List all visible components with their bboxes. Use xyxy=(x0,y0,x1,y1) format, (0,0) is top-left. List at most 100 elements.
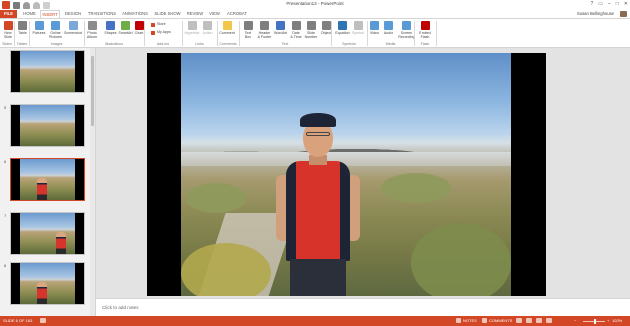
thumbnail-photo xyxy=(20,105,75,146)
online-pictures-button[interactable]: Online Pictures xyxy=(48,20,63,41)
slide-photo[interactable] xyxy=(181,53,511,296)
maximize-icon[interactable]: □ xyxy=(616,1,619,7)
reading-view-icon[interactable] xyxy=(536,318,542,323)
status-bar: SLIDE 6 OF 163 NOTES COMMENTS − + 102% xyxy=(0,316,630,326)
shapes-icon xyxy=(106,21,115,30)
ribbon-button-label: New Slide xyxy=(4,31,12,39)
avatar[interactable] xyxy=(620,11,627,17)
online-pictures-icon xyxy=(51,21,60,30)
notes-placeholder[interactable]: Click to add notes xyxy=(102,305,139,310)
comments-toggle[interactable]: COMMENTS xyxy=(489,316,512,326)
ribbon-button-label: Header & Footer xyxy=(257,31,272,39)
ribbon-separator xyxy=(239,21,240,46)
slide-sorter-icon[interactable] xyxy=(526,318,532,323)
hyperlink-button[interactable]: Hyperlink xyxy=(184,20,200,41)
slide-thumbnail[interactable]: 6 xyxy=(0,158,90,204)
slide-number-button[interactable]: Slide Number xyxy=(304,20,318,41)
header-footer-icon xyxy=(260,21,269,30)
new-slide-button[interactable]: New Slide xyxy=(2,20,14,41)
thumbnail-frame[interactable] xyxy=(10,212,85,255)
tab-animations[interactable]: ANIMATIONS xyxy=(120,10,150,18)
slide-editing-area[interactable] xyxy=(96,48,630,298)
slide-thumbnail[interactable] xyxy=(0,50,90,96)
header-footer-button[interactable]: Header & Footer xyxy=(257,20,272,41)
zoom-level[interactable]: 102% xyxy=(612,316,622,326)
store-button[interactable]: Store xyxy=(151,22,166,27)
slide-thumbnail-pane[interactable]: 8 7 6 5 xyxy=(0,48,96,316)
normal-view-icon[interactable] xyxy=(516,318,522,323)
slide-show-icon[interactable] xyxy=(546,318,552,323)
ribbon-separator xyxy=(182,21,183,46)
ribbon-insert: Store My Apps New Slide Table Pictures Onli… xyxy=(0,18,630,48)
chart-button[interactable]: Chart xyxy=(134,20,144,41)
my-apps-button[interactable]: My Apps xyxy=(151,30,171,35)
photo-brush xyxy=(381,173,451,203)
minimize-icon[interactable]: – xyxy=(608,1,611,7)
tab-review[interactable]: REVIEW xyxy=(185,10,205,18)
tab-home[interactable]: HOME xyxy=(21,10,38,18)
zoom-slider-knob[interactable] xyxy=(594,318,596,324)
ribbon-separator xyxy=(84,21,85,46)
wordart-icon xyxy=(276,21,285,30)
shapes-button[interactable]: Shapes xyxy=(104,20,117,41)
ribbon-button-label: Comment xyxy=(219,31,235,35)
tab-file[interactable]: FILE xyxy=(0,10,17,18)
date-time-button[interactable]: Date & Time xyxy=(290,20,302,41)
tab-acrobat[interactable]: ACROBAT xyxy=(225,10,249,18)
close-icon[interactable]: ✕ xyxy=(624,1,628,7)
photo-person xyxy=(276,113,360,296)
ribbon-button-label: Pictures xyxy=(32,31,46,35)
hyperlink-icon xyxy=(187,21,197,30)
embed-flash-icon xyxy=(420,21,430,30)
tab-insert[interactable]: INSERT xyxy=(40,10,60,18)
slide-thumbnail[interactable]: 8 xyxy=(0,262,90,308)
person-shorts xyxy=(290,259,346,296)
ribbon-button-label: Slide Number xyxy=(304,31,318,39)
thumbnail-scrollbar[interactable] xyxy=(90,48,95,316)
photo-brush xyxy=(181,243,271,296)
thumbnail-frame[interactable] xyxy=(10,104,85,147)
tab-transitions[interactable]: TRANSITIONS xyxy=(86,10,118,18)
ribbon-display-icon[interactable]: ▭ xyxy=(598,1,603,7)
user-name[interactable]: Susan Bellinghouse xyxy=(577,10,614,18)
notes-toggle[interactable]: NOTES xyxy=(463,316,477,326)
ribbon-button-label: Equation xyxy=(335,31,350,35)
tab-view[interactable]: VIEW xyxy=(207,10,222,18)
notes-pane[interactable]: Click to add notes xyxy=(96,298,630,316)
ribbon-button-label: Date & Time xyxy=(290,31,302,39)
table-icon xyxy=(18,21,27,30)
tab-design[interactable]: DESIGN xyxy=(63,10,83,18)
table-button[interactable]: Table xyxy=(16,20,29,41)
thumbnail-person xyxy=(56,232,67,254)
ribbon-separator xyxy=(331,21,332,46)
wordart-button[interactable]: WordArt xyxy=(274,20,287,41)
action-button[interactable]: Action xyxy=(201,20,214,41)
comment-button[interactable]: Comment xyxy=(219,20,235,41)
smartart-button[interactable]: SmartArt xyxy=(118,20,133,41)
comments-icon xyxy=(482,318,487,323)
help-icon[interactable]: ? xyxy=(590,1,593,7)
scrollbar-thumb[interactable] xyxy=(91,56,94,126)
zoom-in-icon[interactable]: + xyxy=(607,316,609,326)
tab-slide-show[interactable]: SLIDE SHOW xyxy=(153,10,182,18)
symbol-button[interactable]: Symbol xyxy=(351,20,365,41)
audio-button[interactable]: Audio xyxy=(383,20,394,41)
thumbnail-frame[interactable] xyxy=(10,262,85,305)
thumbnail-frame[interactable] xyxy=(10,50,85,93)
photo-album-button[interactable]: Photo Album xyxy=(84,20,100,41)
text-box-button[interactable]: Text Box xyxy=(243,20,253,41)
date-time-icon xyxy=(291,21,301,30)
equation-button[interactable]: Equation xyxy=(335,20,350,41)
title-bar: Presentation13 - PowerPoint ? ▭ – □ ✕ xyxy=(0,0,630,10)
thumbnail-frame[interactable] xyxy=(10,158,85,201)
slide-thumbnail[interactable]: 7 xyxy=(0,212,90,258)
pictures-button[interactable]: Pictures xyxy=(31,20,47,41)
my-apps-icon xyxy=(151,30,155,35)
video-button[interactable]: Video xyxy=(369,20,380,41)
spelling-icon[interactable] xyxy=(40,318,46,323)
screenshot-button[interactable]: Screenshot xyxy=(64,20,82,41)
slide-thumbnail[interactable]: 5 xyxy=(0,104,90,150)
embed-flash-button[interactable]: Embed Flash xyxy=(418,20,432,41)
zoom-out-icon[interactable]: − xyxy=(574,316,576,326)
current-slide[interactable] xyxy=(147,53,546,296)
